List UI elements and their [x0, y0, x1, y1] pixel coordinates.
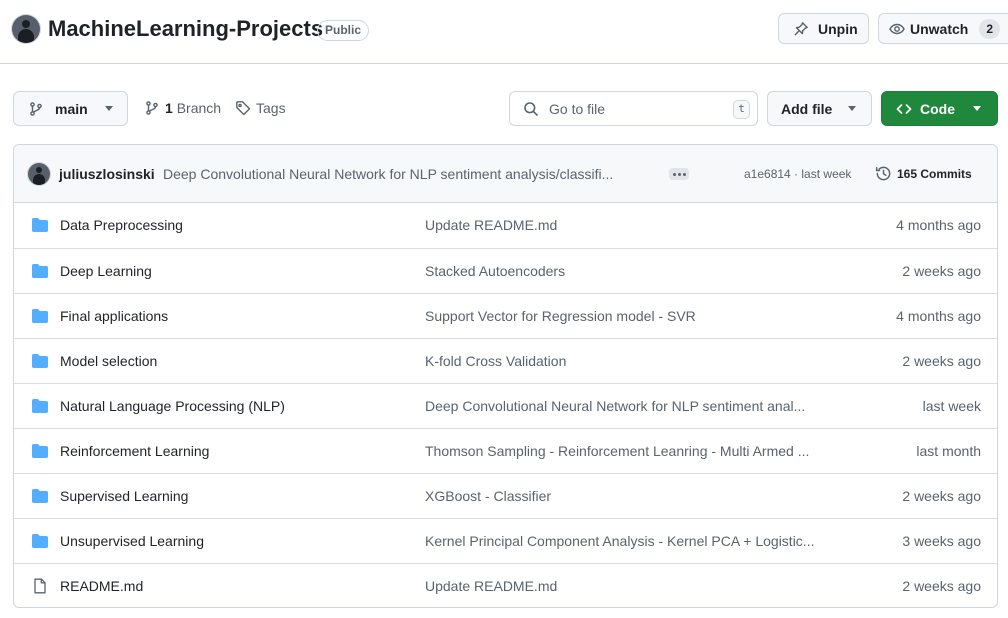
file-commit-message[interactable]: Update README.md: [425, 217, 850, 233]
branch-count-label: Branch: [176, 100, 222, 116]
commits-count: 165 Commits: [897, 166, 972, 181]
commit-sha-and-time[interactable]: a1e6814 · last week: [744, 167, 851, 181]
file-name[interactable]: Unsupervised Learning: [60, 533, 204, 549]
file-commit-message[interactable]: Update README.md: [425, 578, 850, 594]
branch-icon: [146, 101, 158, 115]
tags-label: Tags: [256, 100, 286, 116]
commit-sha: a1e6814: [744, 167, 791, 181]
tags-link[interactable]: Tags: [235, 100, 286, 116]
folder-icon: [31, 398, 49, 417]
add-file-button[interactable]: Add file: [767, 91, 872, 126]
commit-author[interactable]: juliuszlosinski: [59, 166, 155, 182]
file-icon: [31, 578, 49, 597]
folder-icon: [31, 308, 49, 327]
chevron-down-icon: [104, 106, 113, 111]
repo-title[interactable]: MachineLearning-Projects: [48, 16, 323, 42]
file-commit-age: 2 weeks ago: [902, 353, 981, 369]
file-commit-message[interactable]: XGBoost - Classifier: [425, 488, 850, 504]
tag-icon: [236, 101, 251, 116]
file-commit-message[interactable]: Deep Convolutional Neural Network for NL…: [425, 398, 850, 414]
file-commit-age: 2 weeks ago: [902, 263, 981, 279]
file-row[interactable]: Supervised Learning XGBoost - Classifier 2…: [14, 473, 997, 518]
folder-icon: [31, 353, 49, 372]
file-name[interactable]: Final applications: [60, 308, 168, 324]
history-icon: [875, 166, 891, 181]
file-name[interactable]: Natural Language Processing (NLP): [60, 398, 285, 414]
folder-icon: [31, 488, 49, 507]
file-row[interactable]: README.md Update README.md 2 weeks ago: [14, 563, 997, 607]
branch-selector[interactable]: main: [13, 91, 128, 126]
commit-time: last week: [801, 167, 852, 181]
visibility-badge: Public: [317, 20, 370, 41]
file-commit-age: last week: [922, 398, 981, 414]
file-commit-message[interactable]: Stacked Autoencoders: [425, 263, 850, 279]
commits-history-link[interactable]: 165 Commits: [875, 165, 972, 182]
search-placeholder: Go to file: [549, 100, 606, 117]
eye-icon: [889, 23, 905, 34]
file-commit-age: 2 weeks ago: [902, 488, 981, 504]
file-commit-message[interactable]: K-fold Cross Validation: [425, 353, 850, 369]
file-row[interactable]: Reinforcement Learning Thomson Sampling -…: [14, 428, 997, 473]
expand-commit-button[interactable]: [669, 168, 689, 180]
file-commit-message[interactable]: Thomson Sampling - Reinforcement Leanrin…: [425, 443, 850, 459]
file-table: juliuszlosinski Deep Convolutional Neura…: [13, 144, 998, 608]
unpin-button[interactable]: Unpin: [778, 13, 869, 44]
file-name[interactable]: README.md: [60, 578, 143, 594]
file-name[interactable]: Supervised Learning: [60, 488, 188, 504]
unwatch-button[interactable]: Unwatch 2: [878, 13, 1008, 44]
folder-icon: [31, 443, 49, 462]
unwatch-label: Unwatch: [910, 20, 969, 37]
file-row[interactable]: Data Preprocessing Update README.md 4 mont…: [14, 203, 997, 248]
folder-icon: [31, 533, 49, 552]
shortcut-hint: t: [733, 100, 750, 119]
file-commit-age: 4 months ago: [896, 308, 981, 324]
folder-icon: [31, 263, 49, 282]
code-label: Code: [920, 100, 955, 117]
file-commit-age: 3 weeks ago: [902, 533, 981, 549]
file-row[interactable]: Unsupervised Learning Kernel Principal Co…: [14, 518, 997, 563]
file-name[interactable]: Reinforcement Learning: [60, 443, 209, 459]
go-to-file-input[interactable]: Go to file t: [509, 91, 758, 126]
branch-count-number: 1: [165, 100, 173, 116]
branches-link[interactable]: 1 Branch: [144, 100, 221, 116]
file-name[interactable]: Model selection: [60, 353, 157, 369]
file-row[interactable]: Deep Learning Stacked Autoencoders 2 weeks…: [14, 248, 997, 293]
file-commit-age: 2 weeks ago: [902, 578, 981, 594]
file-row[interactable]: Model selection K-fold Cross Validation 2 …: [14, 338, 997, 383]
code-icon: [896, 103, 912, 114]
watch-count: 2: [979, 18, 1001, 39]
file-commit-message[interactable]: Support Vector for Regression model - SV…: [425, 308, 850, 324]
file-list: Data Preprocessing Update README.md 4 mont…: [14, 203, 997, 607]
chevron-down-icon: [848, 106, 857, 111]
owner-avatar[interactable]: [12, 15, 40, 43]
code-button[interactable]: Code: [881, 91, 998, 126]
file-name[interactable]: Deep Learning: [60, 263, 152, 279]
file-commit-age: last month: [916, 443, 981, 459]
latest-commit-bar: juliuszlosinski Deep Convolutional Neura…: [14, 145, 997, 203]
file-row[interactable]: Final applications Support Vector for Reg…: [14, 293, 997, 338]
unpin-label: Unpin: [818, 20, 858, 37]
file-commit-age: 4 months ago: [896, 217, 981, 233]
search-icon: [524, 101, 539, 116]
commit-author-avatar[interactable]: [28, 163, 50, 185]
add-file-label: Add file: [781, 100, 833, 117]
folder-icon: [31, 217, 49, 236]
file-row[interactable]: Natural Language Processing (NLP) Deep Co…: [14, 383, 997, 428]
commit-message[interactable]: Deep Convolutional Neural Network for NL…: [163, 166, 663, 182]
file-commit-message[interactable]: Kernel Principal Component Analysis - Ke…: [425, 533, 850, 549]
pin-icon: [794, 21, 808, 35]
repo-header: MachineLearning-Projects Public Unpin Un…: [0, 0, 1008, 64]
branch-icon: [30, 101, 42, 116]
branch-name: main: [55, 100, 88, 117]
chevron-down-icon: [973, 106, 981, 111]
file-name[interactable]: Data Preprocessing: [60, 217, 183, 233]
